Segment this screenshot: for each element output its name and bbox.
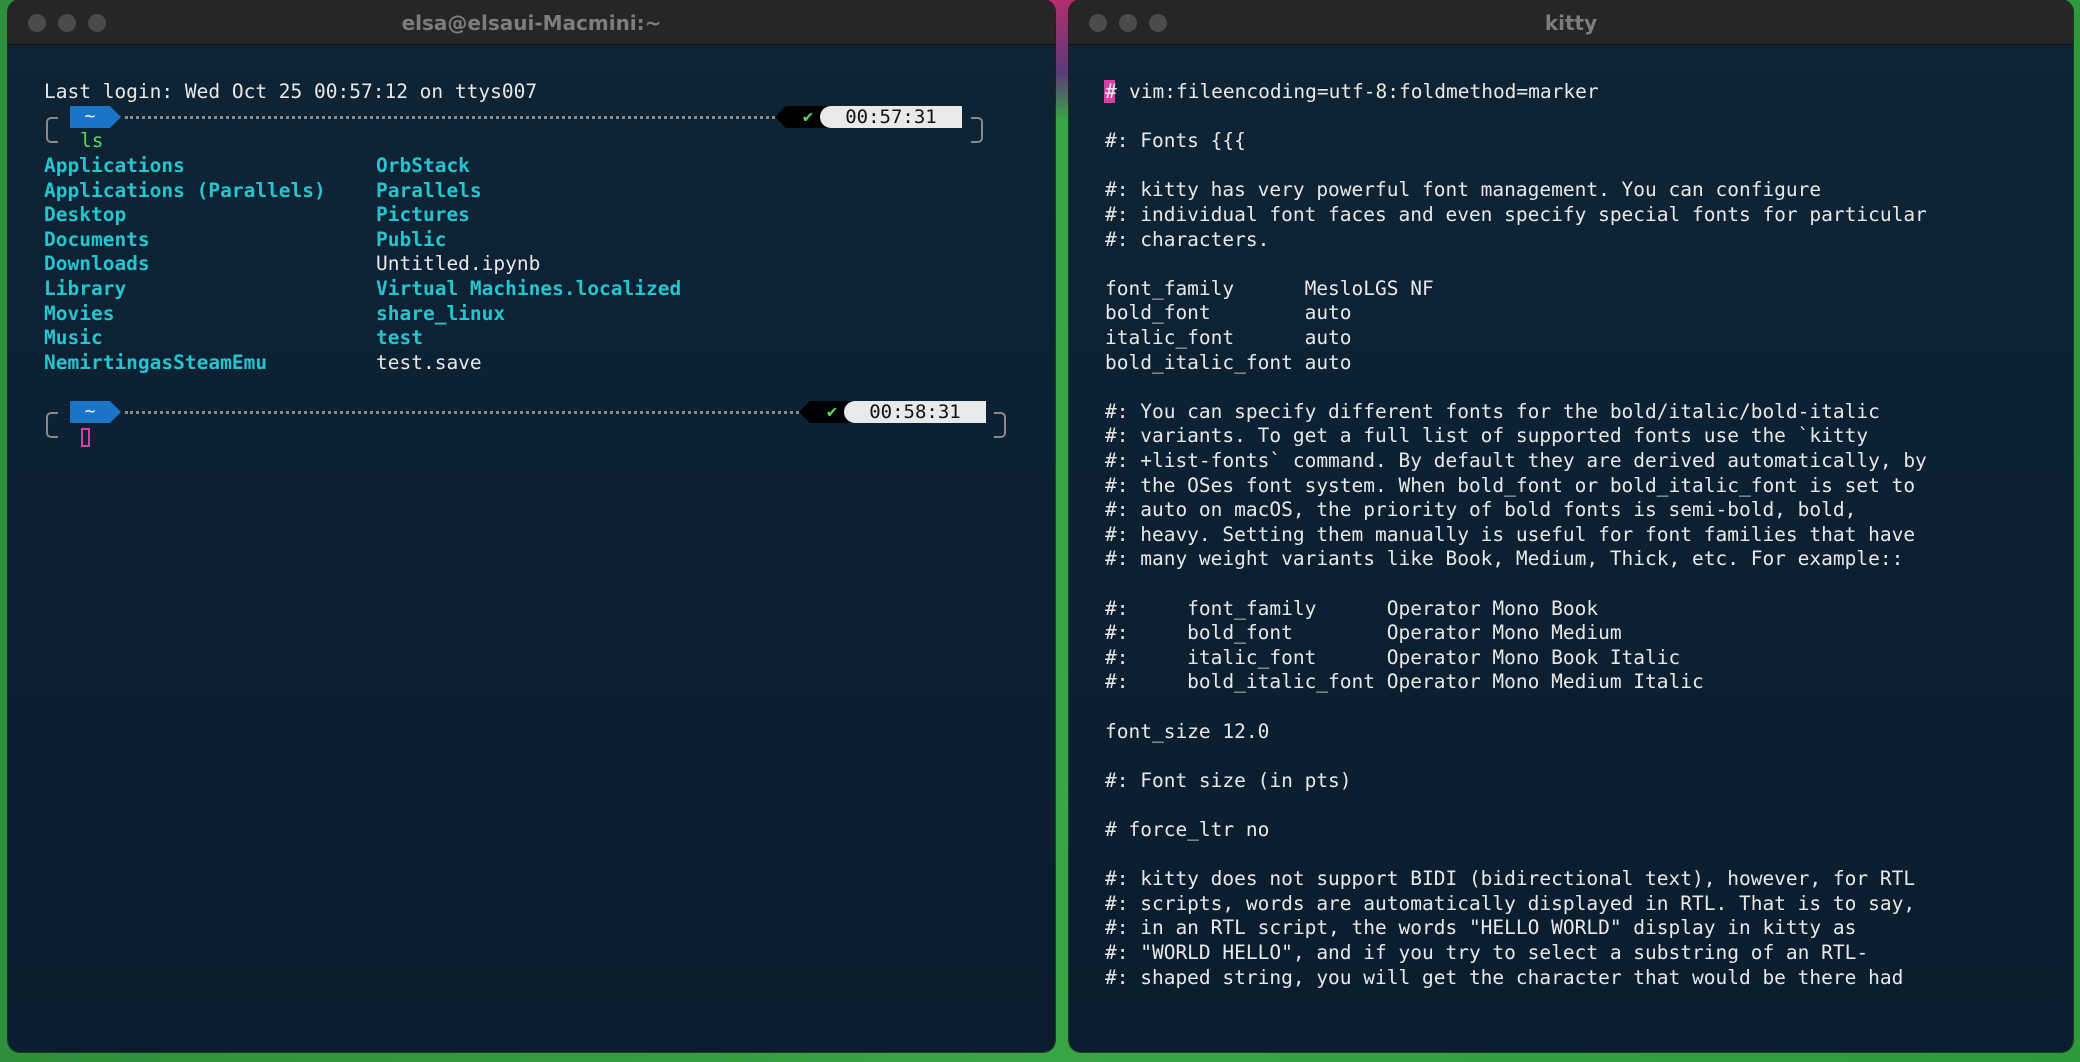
ls-entry: Applications (Parallels) xyxy=(44,179,326,202)
config-line: #: You can specify different fonts for t… xyxy=(1105,399,1880,423)
ls-entry: Downloads xyxy=(44,252,150,275)
prompt-dir-arrow xyxy=(110,106,121,128)
config-line: #: scripts, words are automatically disp… xyxy=(1105,891,1916,915)
ls-entry: Library xyxy=(44,277,127,300)
config-line: #: Font size (in pts) xyxy=(1105,768,1352,792)
ls-entry: Desktop xyxy=(44,203,127,226)
config-line: #: characters. xyxy=(1105,227,1270,251)
ls-entry: test xyxy=(376,326,423,349)
kitty-window[interactable]: kitty # vim:fileencoding=utf-8:foldmetho… xyxy=(1069,0,2073,1052)
config-line: #: kitty has very powerful font manageme… xyxy=(1105,178,1822,202)
config-line: #: +list-fonts` command. By default they… xyxy=(1105,449,1927,472)
ls-entry: OrbStack xyxy=(376,154,470,177)
ls-entry: Pictures xyxy=(376,203,470,226)
config-line: bold_italic_font auto xyxy=(1105,350,1352,374)
terminal-content[interactable]: Last login: Wed Oct 25 00:57:12 on ttys0… xyxy=(8,44,1055,1052)
config-line: # force_ltr no xyxy=(1105,818,1270,841)
config-line: #: in an RTL script, the words "HELLO WO… xyxy=(1105,916,1857,940)
config-line: #: auto on macOS, the priority of bold f… xyxy=(1105,498,1857,522)
terminal-window-left[interactable]: elsa@elsaui-Macmini:~ Last login: Wed Oc… xyxy=(8,0,1055,1052)
ls-entry: NemirtingasSteamEmu xyxy=(44,351,268,374)
config-line: font_family MesloLGS NF xyxy=(1105,276,1434,300)
prompt-bracket-left xyxy=(46,117,58,143)
prompt-bracket-right xyxy=(994,412,1006,438)
prompt-time: 00:57:31 xyxy=(820,106,962,128)
prompt-dir-arrow xyxy=(110,401,121,423)
config-line: #: individual font faces and even specif… xyxy=(1105,203,1927,226)
config-line: #: many weight variants like Book, Mediu… xyxy=(1105,547,1904,571)
ls-entry: Documents xyxy=(44,228,150,251)
last-login-line: Last login: Wed Oct 25 00:57:12 on ttys0… xyxy=(44,80,538,103)
config-line: font_size 12.0 xyxy=(1105,719,1270,743)
config-line: #: bold_italic_font Operator Mono Medium… xyxy=(1105,670,1704,694)
ls-entry: Movies xyxy=(44,302,115,325)
modeline: vim:fileencoding=utf-8:foldmethod=marker xyxy=(1129,80,1599,103)
config-line: #: "WORLD HELLO", and if you try to sele… xyxy=(1105,941,1869,964)
config-line: #: Fonts {{{ xyxy=(1105,129,1246,153)
command-ls: ls xyxy=(80,129,104,152)
config-line: #: the OSes font system. When bold_font … xyxy=(1105,473,1916,497)
prompt-bracket-right xyxy=(971,117,983,143)
prompt-bracket-left xyxy=(46,412,58,438)
prompt-time: 00:58:31 xyxy=(844,401,986,423)
config-line: bold_font auto xyxy=(1105,301,1352,325)
config-line: #: heavy. Setting them manually is usefu… xyxy=(1105,522,1916,546)
title-bar[interactable]: elsa@elsaui-Macmini:~ xyxy=(8,0,1055,45)
config-line: #: font_family Operator Mono Book xyxy=(1105,596,1599,620)
ls-entry: test.save xyxy=(376,351,482,374)
window-title: elsa@elsaui-Macmini:~ xyxy=(401,11,662,35)
prompt-status-arrow xyxy=(775,106,786,128)
config-line: italic_font auto xyxy=(1105,326,1352,349)
config-line: #: kitty does not support BIDI (bidirect… xyxy=(1105,867,1916,891)
title-bar[interactable]: kitty xyxy=(1069,0,2073,45)
config-line: #: variants. To get a full list of suppo… xyxy=(1105,424,1869,448)
ls-entry: Untitled.ipynb xyxy=(376,252,541,275)
ls-entry: Applications xyxy=(44,154,185,177)
prompt-status-arrow xyxy=(799,401,810,423)
prompt-filler-dots xyxy=(125,116,780,119)
config-line: #: italic_font Operator Mono Book Italic xyxy=(1105,645,1681,669)
ls-entry: Music xyxy=(44,326,103,349)
window-title: kitty xyxy=(1544,11,1598,35)
prompt-dir-segment: ~ xyxy=(70,401,110,423)
prompt-filler-dots xyxy=(125,411,805,414)
ls-entry: share_linux xyxy=(376,302,506,325)
ls-entry: Virtual Machines.localized xyxy=(376,277,682,300)
editor-content[interactable]: # vim:fileencoding=utf-8:foldmethod=mark… xyxy=(1069,44,2073,1052)
text-cursor xyxy=(81,428,90,447)
config-line: #: bold_font Operator Mono Medium xyxy=(1105,621,1622,645)
prompt-dir-segment: ~ xyxy=(70,106,110,128)
first-line-hash: # xyxy=(1105,80,1117,103)
ls-entry: Parallels xyxy=(376,179,482,202)
config-line: #: shaped string, you will get the chara… xyxy=(1105,965,1904,989)
ls-entry: Public xyxy=(376,228,447,251)
